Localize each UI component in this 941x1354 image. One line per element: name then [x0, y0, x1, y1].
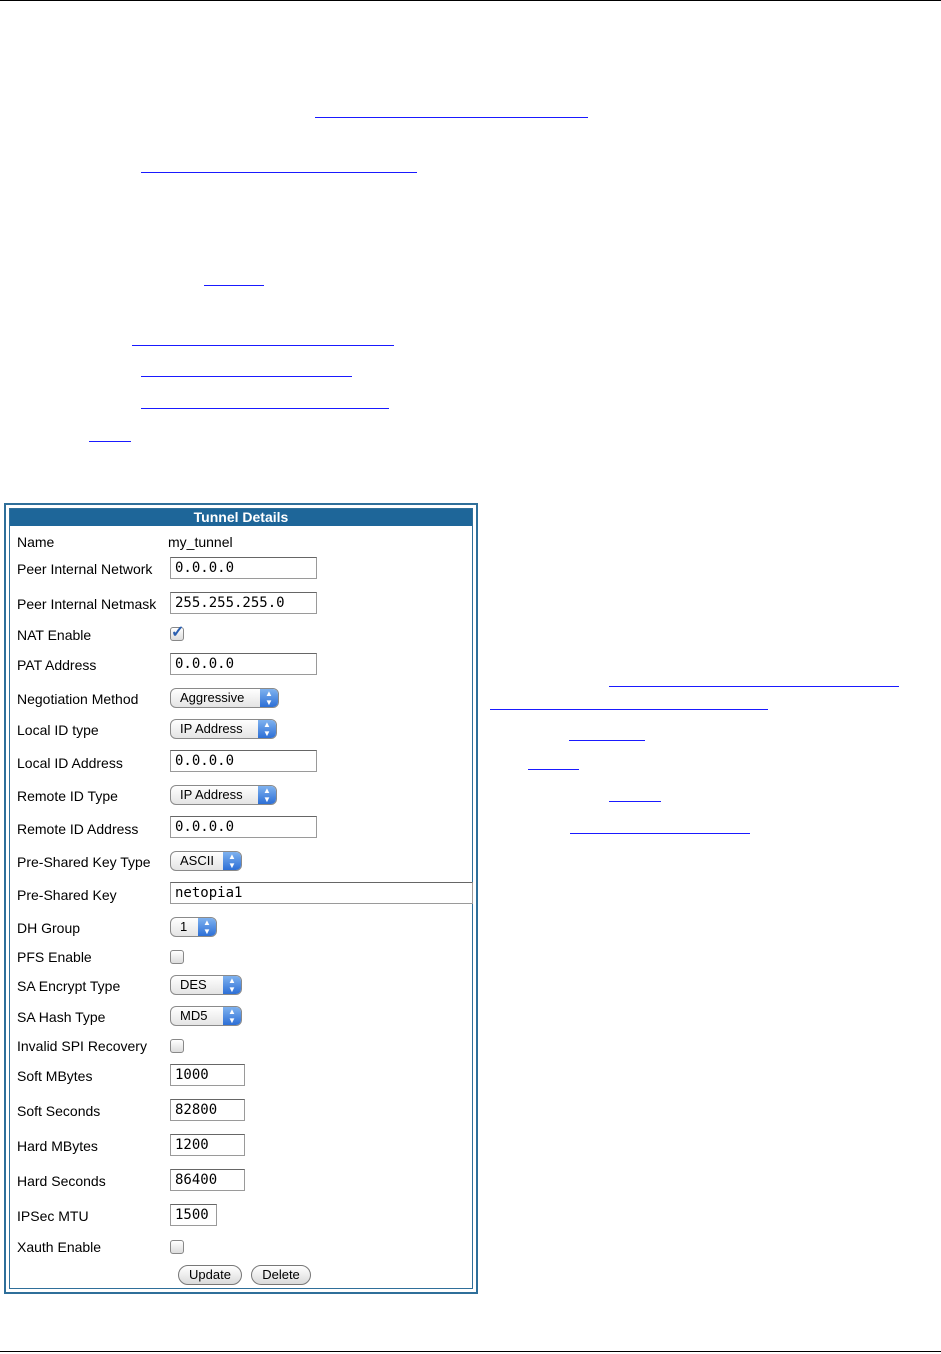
hard-seconds-input[interactable]: 86400 [170, 1169, 245, 1191]
negotiation-method-select[interactable]: Aggressive ▲ ▼ [170, 688, 279, 708]
peer-netmask-label: Peer Internal Netmask [17, 596, 157, 612]
negotiation-method-label: Negotiation Method [17, 691, 139, 707]
name-value: my_tunnel [168, 534, 233, 550]
local-id-type-label: Local ID type [17, 722, 99, 738]
update-button[interactable]: Update [178, 1265, 242, 1285]
sa-encrypt-select[interactable]: DES ▲ ▼ [170, 975, 242, 995]
soft-seconds-label: Soft Seconds [17, 1103, 101, 1119]
sa-hash-value: MD5 [180, 1008, 208, 1023]
soft-mbytes-label: Soft MBytes [17, 1068, 93, 1084]
sa-hash-label: SA Hash Type [17, 1009, 106, 1025]
sa-encrypt-label: SA Encrypt Type [17, 978, 121, 994]
dh-group-label: DH Group [17, 920, 81, 936]
sa-hash-select[interactable]: MD5 ▲ ▼ [170, 1006, 242, 1026]
select-arrows-icon: ▲ ▼ [258, 720, 276, 738]
local-id-address-input[interactable]: 0.0.0.0 [170, 750, 317, 772]
doc-link[interactable] [609, 686, 899, 687]
doc-link[interactable] [141, 408, 389, 409]
peer-network-label: Peer Internal Network [17, 561, 153, 577]
ipsec-mtu-label: IPSec MTU [17, 1208, 89, 1224]
soft-mbytes-input[interactable]: 1000 [170, 1064, 245, 1086]
select-arrows-icon: ▲ ▼ [223, 976, 241, 994]
psk-label: Pre-Shared Key [17, 887, 117, 903]
dh-group-value: 1 [180, 919, 188, 934]
ipsec-mtu-input[interactable]: 1500 [170, 1204, 217, 1226]
doc-link[interactable] [132, 345, 394, 346]
nat-enable-checkbox[interactable]: ✓ [170, 624, 184, 641]
select-arrows-icon: ▲ ▼ [260, 689, 278, 707]
doc-link[interactable] [609, 801, 661, 802]
remote-id-type-value: IP Address [180, 787, 243, 802]
invalid-spi-checkbox[interactable] [170, 1039, 184, 1053]
panel-title: Tunnel Details [10, 509, 472, 526]
nat-enable-label: NAT Enable [17, 627, 92, 643]
doc-link[interactable] [490, 709, 768, 710]
local-id-address-label: Local ID Address [17, 755, 123, 771]
negotiation-method-value: Aggressive [180, 690, 245, 705]
select-arrows-icon: ▲ ▼ [223, 852, 241, 870]
tunnel-details-frame: Tunnel Details Name my_tunnel Peer Inter… [9, 508, 473, 1289]
doc-link[interactable] [315, 117, 588, 118]
name-label: Name [17, 534, 55, 550]
hard-mbytes-label: Hard MBytes [17, 1138, 98, 1154]
psk-type-select[interactable]: ASCII ▲ ▼ [170, 851, 242, 871]
top-rule [0, 0, 941, 1]
select-arrows-icon: ▲ ▼ [258, 786, 276, 804]
remote-id-type-select[interactable]: IP Address ▲ ▼ [170, 785, 277, 805]
pat-address-input[interactable]: 0.0.0.0 [170, 653, 317, 675]
psk-input[interactable]: netopia1 [170, 882, 473, 904]
tunnel-details-panel: Tunnel Details Name my_tunnel Peer Inter… [4, 503, 478, 1294]
peer-netmask-input[interactable]: 255.255.255.0 [170, 592, 317, 614]
sa-encrypt-value: DES [180, 977, 207, 992]
remote-id-type-label: Remote ID Type [17, 788, 118, 804]
xauth-enable-checkbox[interactable] [170, 1240, 184, 1254]
doc-link[interactable] [569, 740, 645, 741]
dh-group-select[interactable]: 1 ▲ ▼ [170, 917, 217, 937]
hard-mbytes-input[interactable]: 1200 [170, 1134, 245, 1156]
psk-type-label: Pre-Shared Key Type [17, 854, 151, 870]
pfs-enable-checkbox[interactable] [170, 950, 184, 964]
hard-seconds-label: Hard Seconds [17, 1173, 106, 1189]
remote-id-address-label: Remote ID Address [17, 821, 139, 837]
checkmark-icon: ✓ [171, 624, 185, 641]
doc-link[interactable] [141, 172, 417, 173]
doc-link[interactable] [528, 769, 579, 770]
invalid-spi-label: Invalid SPI Recovery [17, 1038, 147, 1054]
pat-address-label: PAT Address [17, 657, 97, 673]
doc-link[interactable] [570, 833, 750, 834]
local-id-type-select[interactable]: IP Address ▲ ▼ [170, 719, 277, 739]
xauth-enable-label: Xauth Enable [17, 1239, 102, 1255]
soft-seconds-input[interactable]: 82800 [170, 1099, 245, 1121]
psk-type-value: ASCII [180, 853, 214, 868]
delete-button[interactable]: Delete [251, 1265, 311, 1285]
doc-link[interactable] [141, 376, 352, 377]
bottom-rule [0, 1351, 941, 1352]
doc-link[interactable] [89, 441, 131, 442]
pfs-enable-label: PFS Enable [17, 949, 92, 965]
peer-network-input[interactable]: 0.0.0.0 [170, 557, 317, 579]
doc-link[interactable] [204, 285, 264, 286]
local-id-type-value: IP Address [180, 721, 243, 736]
select-arrows-icon: ▲ ▼ [223, 1007, 241, 1025]
select-arrows-icon: ▲ ▼ [198, 918, 216, 936]
remote-id-address-input[interactable]: 0.0.0.0 [170, 816, 317, 838]
